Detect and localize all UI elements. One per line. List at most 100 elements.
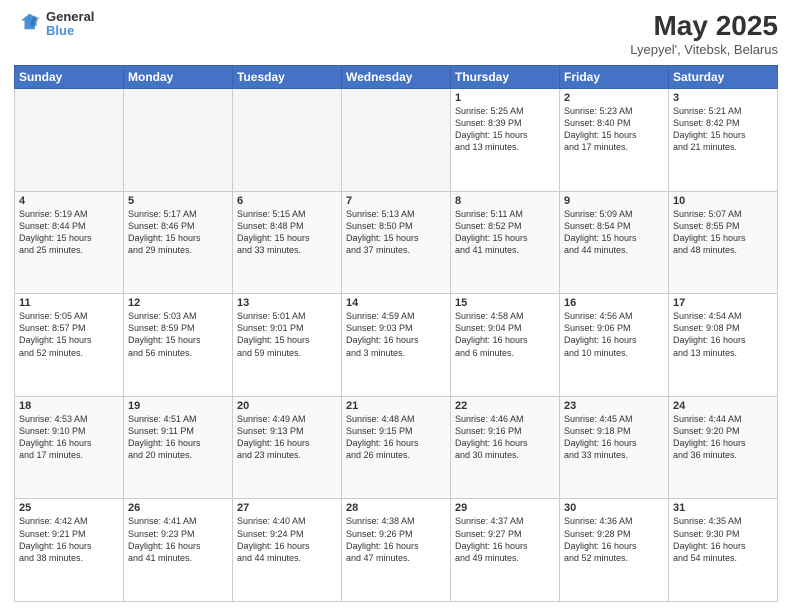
col-wednesday: Wednesday bbox=[342, 66, 451, 89]
day-number: 22 bbox=[455, 400, 555, 412]
day-number: 13 bbox=[237, 297, 337, 309]
day-info: Sunrise: 4:49 AMSunset: 9:13 PMDaylight:… bbox=[237, 413, 337, 462]
day-cell: 16Sunrise: 4:56 AMSunset: 9:06 PMDayligh… bbox=[560, 294, 669, 397]
day-number: 12 bbox=[128, 297, 228, 309]
day-cell: 13Sunrise: 5:01 AMSunset: 9:01 PMDayligh… bbox=[233, 294, 342, 397]
day-info: Sunrise: 4:51 AMSunset: 9:11 PMDaylight:… bbox=[128, 413, 228, 462]
day-number: 5 bbox=[128, 195, 228, 207]
header: General Blue May 2025 Lyepyel', Vitebsk,… bbox=[14, 10, 778, 57]
day-cell: 2Sunrise: 5:23 AMSunset: 8:40 PMDaylight… bbox=[560, 89, 669, 192]
col-tuesday: Tuesday bbox=[233, 66, 342, 89]
col-saturday: Saturday bbox=[669, 66, 778, 89]
day-cell: 10Sunrise: 5:07 AMSunset: 8:55 PMDayligh… bbox=[669, 191, 778, 294]
week-row-5: 25Sunrise: 4:42 AMSunset: 9:21 PMDayligh… bbox=[15, 499, 778, 602]
day-info: Sunrise: 4:56 AMSunset: 9:06 PMDaylight:… bbox=[564, 310, 664, 359]
day-number: 11 bbox=[19, 297, 119, 309]
week-row-4: 18Sunrise: 4:53 AMSunset: 9:10 PMDayligh… bbox=[15, 396, 778, 499]
title-block: May 2025 Lyepyel', Vitebsk, Belarus bbox=[630, 10, 778, 57]
day-info: Sunrise: 4:41 AMSunset: 9:23 PMDaylight:… bbox=[128, 515, 228, 564]
day-number: 27 bbox=[237, 502, 337, 514]
day-info: Sunrise: 4:53 AMSunset: 9:10 PMDaylight:… bbox=[19, 413, 119, 462]
day-cell: 19Sunrise: 4:51 AMSunset: 9:11 PMDayligh… bbox=[124, 396, 233, 499]
day-cell: 3Sunrise: 5:21 AMSunset: 8:42 PMDaylight… bbox=[669, 89, 778, 192]
day-cell: 6Sunrise: 5:15 AMSunset: 8:48 PMDaylight… bbox=[233, 191, 342, 294]
day-cell bbox=[15, 89, 124, 192]
day-info: Sunrise: 5:03 AMSunset: 8:59 PMDaylight:… bbox=[128, 310, 228, 359]
day-number: 17 bbox=[673, 297, 773, 309]
day-number: 7 bbox=[346, 195, 446, 207]
day-number: 9 bbox=[564, 195, 664, 207]
logo-line1: General bbox=[46, 10, 94, 24]
day-info: Sunrise: 4:38 AMSunset: 9:26 PMDaylight:… bbox=[346, 515, 446, 564]
calendar-subtitle: Lyepyel', Vitebsk, Belarus bbox=[630, 42, 778, 57]
day-number: 29 bbox=[455, 502, 555, 514]
day-info: Sunrise: 4:48 AMSunset: 9:15 PMDaylight:… bbox=[346, 413, 446, 462]
day-cell: 20Sunrise: 4:49 AMSunset: 9:13 PMDayligh… bbox=[233, 396, 342, 499]
day-cell: 24Sunrise: 4:44 AMSunset: 9:20 PMDayligh… bbox=[669, 396, 778, 499]
day-cell: 26Sunrise: 4:41 AMSunset: 9:23 PMDayligh… bbox=[124, 499, 233, 602]
day-info: Sunrise: 4:42 AMSunset: 9:21 PMDaylight:… bbox=[19, 515, 119, 564]
day-info: Sunrise: 4:37 AMSunset: 9:27 PMDaylight:… bbox=[455, 515, 555, 564]
day-cell: 9Sunrise: 5:09 AMSunset: 8:54 PMDaylight… bbox=[560, 191, 669, 294]
day-number: 8 bbox=[455, 195, 555, 207]
day-info: Sunrise: 5:21 AMSunset: 8:42 PMDaylight:… bbox=[673, 105, 773, 154]
day-info: Sunrise: 5:15 AMSunset: 8:48 PMDaylight:… bbox=[237, 208, 337, 257]
day-cell: 17Sunrise: 4:54 AMSunset: 9:08 PMDayligh… bbox=[669, 294, 778, 397]
day-cell: 23Sunrise: 4:45 AMSunset: 9:18 PMDayligh… bbox=[560, 396, 669, 499]
day-info: Sunrise: 5:11 AMSunset: 8:52 PMDaylight:… bbox=[455, 208, 555, 257]
day-info: Sunrise: 4:59 AMSunset: 9:03 PMDaylight:… bbox=[346, 310, 446, 359]
day-info: Sunrise: 4:40 AMSunset: 9:24 PMDaylight:… bbox=[237, 515, 337, 564]
day-info: Sunrise: 4:35 AMSunset: 9:30 PMDaylight:… bbox=[673, 515, 773, 564]
col-thursday: Thursday bbox=[451, 66, 560, 89]
day-number: 2 bbox=[564, 92, 664, 104]
day-info: Sunrise: 4:44 AMSunset: 9:20 PMDaylight:… bbox=[673, 413, 773, 462]
day-number: 28 bbox=[346, 502, 446, 514]
day-number: 23 bbox=[564, 400, 664, 412]
day-number: 19 bbox=[128, 400, 228, 412]
day-cell: 27Sunrise: 4:40 AMSunset: 9:24 PMDayligh… bbox=[233, 499, 342, 602]
day-cell: 15Sunrise: 4:58 AMSunset: 9:04 PMDayligh… bbox=[451, 294, 560, 397]
day-info: Sunrise: 5:07 AMSunset: 8:55 PMDaylight:… bbox=[673, 208, 773, 257]
day-cell: 8Sunrise: 5:11 AMSunset: 8:52 PMDaylight… bbox=[451, 191, 560, 294]
day-cell: 4Sunrise: 5:19 AMSunset: 8:44 PMDaylight… bbox=[15, 191, 124, 294]
day-number: 20 bbox=[237, 400, 337, 412]
day-number: 31 bbox=[673, 502, 773, 514]
day-info: Sunrise: 4:36 AMSunset: 9:28 PMDaylight:… bbox=[564, 515, 664, 564]
day-cell: 28Sunrise: 4:38 AMSunset: 9:26 PMDayligh… bbox=[342, 499, 451, 602]
day-number: 26 bbox=[128, 502, 228, 514]
day-cell: 21Sunrise: 4:48 AMSunset: 9:15 PMDayligh… bbox=[342, 396, 451, 499]
day-number: 16 bbox=[564, 297, 664, 309]
day-cell: 18Sunrise: 4:53 AMSunset: 9:10 PMDayligh… bbox=[15, 396, 124, 499]
day-number: 24 bbox=[673, 400, 773, 412]
col-sunday: Sunday bbox=[15, 66, 124, 89]
day-number: 1 bbox=[455, 92, 555, 104]
calendar-header-row: Sunday Monday Tuesday Wednesday Thursday… bbox=[15, 66, 778, 89]
day-info: Sunrise: 5:05 AMSunset: 8:57 PMDaylight:… bbox=[19, 310, 119, 359]
day-cell: 25Sunrise: 4:42 AMSunset: 9:21 PMDayligh… bbox=[15, 499, 124, 602]
day-number: 3 bbox=[673, 92, 773, 104]
page: General Blue May 2025 Lyepyel', Vitebsk,… bbox=[0, 0, 792, 612]
day-info: Sunrise: 5:09 AMSunset: 8:54 PMDaylight:… bbox=[564, 208, 664, 257]
day-info: Sunrise: 4:45 AMSunset: 9:18 PMDaylight:… bbox=[564, 413, 664, 462]
day-info: Sunrise: 4:54 AMSunset: 9:08 PMDaylight:… bbox=[673, 310, 773, 359]
day-number: 30 bbox=[564, 502, 664, 514]
day-number: 18 bbox=[19, 400, 119, 412]
day-number: 14 bbox=[346, 297, 446, 309]
day-cell: 7Sunrise: 5:13 AMSunset: 8:50 PMDaylight… bbox=[342, 191, 451, 294]
col-monday: Monday bbox=[124, 66, 233, 89]
day-number: 4 bbox=[19, 195, 119, 207]
logo-text: General Blue bbox=[46, 10, 94, 39]
day-info: Sunrise: 5:19 AMSunset: 8:44 PMDaylight:… bbox=[19, 208, 119, 257]
day-info: Sunrise: 5:25 AMSunset: 8:39 PMDaylight:… bbox=[455, 105, 555, 154]
col-friday: Friday bbox=[560, 66, 669, 89]
week-row-2: 4Sunrise: 5:19 AMSunset: 8:44 PMDaylight… bbox=[15, 191, 778, 294]
day-cell: 1Sunrise: 5:25 AMSunset: 8:39 PMDaylight… bbox=[451, 89, 560, 192]
logo-icon bbox=[14, 10, 42, 38]
day-number: 25 bbox=[19, 502, 119, 514]
day-number: 15 bbox=[455, 297, 555, 309]
calendar-title: May 2025 bbox=[630, 10, 778, 42]
day-number: 10 bbox=[673, 195, 773, 207]
day-info: Sunrise: 4:46 AMSunset: 9:16 PMDaylight:… bbox=[455, 413, 555, 462]
day-cell bbox=[124, 89, 233, 192]
calendar-table: Sunday Monday Tuesday Wednesday Thursday… bbox=[14, 65, 778, 602]
